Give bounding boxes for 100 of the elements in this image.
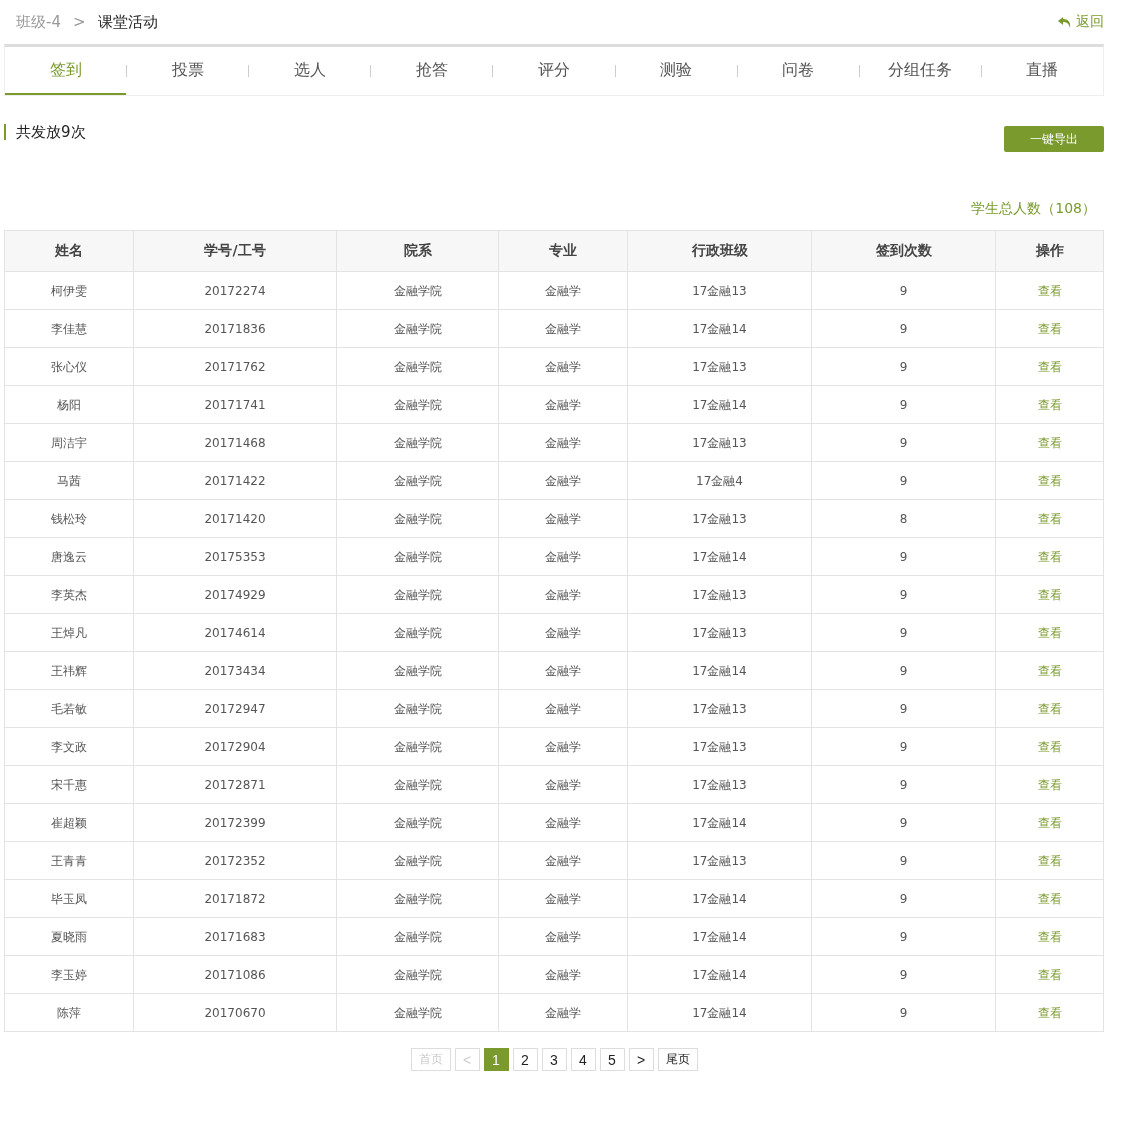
export-button[interactable]: 一键导出 [1004, 126, 1104, 152]
table-cell: 金融学院 [336, 727, 499, 766]
view-link[interactable]: 查看 [1037, 815, 1062, 830]
table-cell: 9 [811, 613, 996, 652]
view-link[interactable]: 查看 [1037, 739, 1062, 754]
table-cell: 20171872 [133, 879, 337, 918]
view-link[interactable]: 查看 [1037, 625, 1062, 640]
table-cell: 8 [811, 499, 996, 538]
column-header: 学号/工号 [133, 230, 337, 272]
page-button[interactable]: 5 [599, 1048, 625, 1071]
table-cell: 17金融13 [627, 575, 812, 614]
table-cell: 金融学院 [336, 993, 499, 1032]
table-cell: 金融学 [498, 803, 628, 842]
table-cell: 17金融4 [627, 461, 812, 500]
table-cell: 金融学院 [336, 537, 499, 576]
page-button[interactable]: 3 [541, 1048, 567, 1071]
table-cell: 金融学院 [336, 347, 499, 386]
table-cell: 17金融13 [627, 271, 812, 310]
table-cell: 金融学 [498, 765, 628, 804]
table-cell: 金融学院 [336, 803, 499, 842]
table-cell: 17金融14 [627, 309, 812, 348]
table-cell: 柯伊雯 [4, 271, 134, 310]
table-cell: 20172947 [133, 689, 337, 728]
table-cell: 金融学院 [336, 917, 499, 956]
table-cell: 李佳慧 [4, 309, 134, 348]
table-cell: 金融学院 [336, 651, 499, 690]
table-cell: 20171086 [133, 955, 337, 994]
view-link[interactable]: 查看 [1037, 397, 1062, 412]
table-cell: 9 [811, 651, 996, 690]
view-link[interactable]: 查看 [1037, 701, 1062, 716]
view-link[interactable]: 查看 [1037, 663, 1062, 678]
table-cell: 17金融13 [627, 841, 812, 880]
table-cell: 李文政 [4, 727, 134, 766]
view-link[interactable]: 查看 [1037, 473, 1062, 488]
table-cell: 李英杰 [4, 575, 134, 614]
table-cell: 金融学院 [336, 841, 499, 880]
table-cell: 唐逸云 [4, 537, 134, 576]
table-cell: 9 [811, 993, 996, 1032]
table-cell: 金融学院 [336, 271, 499, 310]
table-cell: 金融学 [498, 347, 628, 386]
tab[interactable]: 投票 [127, 47, 249, 95]
view-link[interactable]: 查看 [1037, 777, 1062, 792]
summary-text: 共发放9次 [4, 124, 86, 140]
table-cell: 金融学 [498, 879, 628, 918]
table-cell: 9 [811, 917, 996, 956]
view-link[interactable]: 查看 [1037, 891, 1062, 906]
breadcrumb-link[interactable]: 班级-4 [16, 12, 61, 32]
table-cell: 20173434 [133, 651, 337, 690]
tab[interactable]: 选人 [249, 47, 371, 95]
tab[interactable]: 评分 [493, 47, 615, 95]
view-link[interactable]: 查看 [1037, 587, 1062, 602]
column-header: 姓名 [4, 230, 134, 272]
table-cell: 金融学 [498, 499, 628, 538]
table-cell: 金融学院 [336, 309, 499, 348]
back-link[interactable]: 返回 [1058, 13, 1104, 31]
view-link[interactable]: 查看 [1037, 435, 1062, 450]
table-cell: 17金融13 [627, 499, 812, 538]
page-button[interactable]: 4 [570, 1048, 596, 1071]
page-button[interactable]: > [628, 1048, 654, 1071]
table-cell: 20171683 [133, 917, 337, 956]
table-cell: 20171468 [133, 423, 337, 462]
back-arrow-icon [1058, 15, 1072, 29]
table-cell: 9 [811, 347, 996, 386]
tab[interactable]: 直播 [981, 47, 1103, 95]
table-cell: 9 [811, 803, 996, 842]
table-cell: 9 [811, 461, 996, 500]
table-cell: 17金融14 [627, 879, 812, 918]
view-link[interactable]: 查看 [1037, 549, 1062, 564]
table-cell: 夏晓雨 [4, 917, 134, 956]
table-cell: 金融学院 [336, 423, 499, 462]
view-link[interactable]: 查看 [1037, 321, 1062, 336]
tab[interactable]: 签到 [5, 47, 127, 95]
page-button[interactable]: 2 [512, 1048, 538, 1071]
tab[interactable]: 分组任务 [859, 47, 981, 95]
view-link[interactable]: 查看 [1037, 967, 1062, 982]
view-link[interactable]: 查看 [1037, 929, 1062, 944]
view-link[interactable]: 查看 [1037, 511, 1062, 526]
table-cell: 20171762 [133, 347, 337, 386]
breadcrumb-current: 课堂活动 [97, 12, 158, 32]
page-button[interactable]: 1 [483, 1048, 509, 1071]
tab[interactable]: 抢答 [371, 47, 493, 95]
table-cell: 20172399 [133, 803, 337, 842]
page-button[interactable]: 尾页 [657, 1048, 698, 1071]
table-cell: 金融学 [498, 537, 628, 576]
view-link[interactable]: 查看 [1037, 283, 1062, 298]
table-cell: 金融学 [498, 575, 628, 614]
table-cell: 17金融14 [627, 993, 812, 1032]
table-cell: 9 [811, 879, 996, 918]
view-link[interactable]: 查看 [1037, 359, 1062, 374]
view-link[interactable]: 查看 [1037, 1005, 1062, 1020]
table-cell: 金融学院 [336, 955, 499, 994]
table-cell: 20172274 [133, 271, 337, 310]
tab[interactable]: 问卷 [737, 47, 859, 95]
tab[interactable]: 测验 [615, 47, 737, 95]
table-cell: 20174929 [133, 575, 337, 614]
table-cell: 陈萍 [4, 993, 134, 1032]
table-cell: 17金融14 [627, 955, 812, 994]
view-link[interactable]: 查看 [1037, 853, 1062, 868]
column-header: 院系 [336, 230, 499, 272]
table-cell: 20171836 [133, 309, 337, 348]
